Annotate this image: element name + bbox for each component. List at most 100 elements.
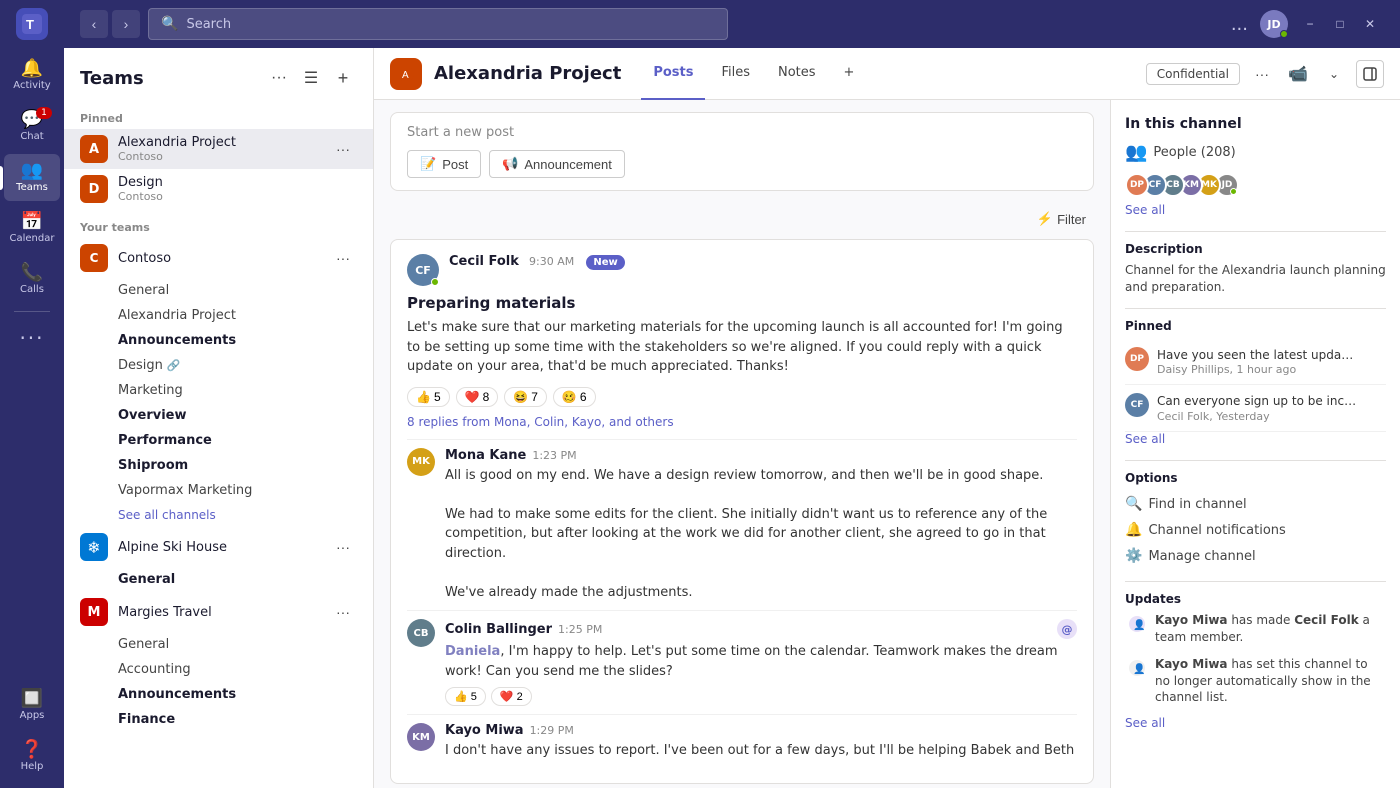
tab-posts[interactable]: Posts [641,48,705,100]
alpine-more-btn[interactable]: ··· [329,533,357,561]
nav-item-help[interactable]: ❓ Help [4,733,60,780]
channel-announcements-margies[interactable]: Announcements [64,682,373,707]
option-find[interactable]: 🔍 Find in channel [1125,491,1386,517]
colin-reactions: 👍 5 ❤️ 2 [445,687,1077,706]
filter-button[interactable]: ⚡ Filter [1029,207,1094,231]
announcement-label: Announcement [524,157,611,172]
channel-finance[interactable]: Finance [64,707,373,732]
announcement-button[interactable]: 📢 Announcement [489,150,625,178]
colin-reaction-heart[interactable]: ❤️ 2 [491,687,532,706]
reaction-laugh[interactable]: 😆 7 [504,387,547,407]
reply-kayo: KM Kayo Miwa 1:29 PM I don't have any is… [407,714,1077,769]
panel-toggle-btn[interactable] [1356,60,1384,88]
options-title: Options [1125,471,1386,485]
nav-item-calendar[interactable]: 📅 Calendar [4,205,60,252]
channel-general-alpine[interactable]: General [64,567,373,592]
expand-down-btn[interactable]: ⌄ [1320,60,1348,88]
option-notifications[interactable]: 🔔 Channel notifications [1125,517,1386,543]
margies-more-btn[interactable]: ··· [329,598,357,626]
option-manage[interactable]: ⚙️ Manage channel [1125,543,1386,569]
channel-shiproom[interactable]: Shiproom [64,453,373,478]
updates-see-all[interactable]: See all [1125,716,1386,730]
top-more-btn[interactable]: ... [1227,10,1252,39]
channel-general-margies[interactable]: General [64,632,373,657]
sidebar-body: Pinned A Alexandria Project Contoso ··· … [64,100,373,788]
forward-button[interactable]: › [112,10,140,38]
post-icon: 📝 [420,156,436,172]
post-button[interactable]: 📝 Post [407,150,481,178]
more-icon: ··· [19,328,44,348]
people-see-all[interactable]: See all [1125,203,1386,217]
tab-add[interactable]: + [832,48,867,100]
msg-author-name: Cecil Folk [449,254,519,269]
tab-notes[interactable]: Notes [766,48,828,100]
confidential-badge[interactable]: Confidential [1146,63,1240,85]
header-more-btn[interactable]: ··· [1248,60,1276,88]
apps-icon: 🔲 [21,690,43,708]
video-call-btn[interactable]: 📹 [1284,60,1312,88]
nav-item-apps[interactable]: 🔲 Apps [4,682,60,729]
nav-label-teams: Teams [16,182,48,193]
update-actor-1: Kayo Miwa [1155,613,1228,627]
update-target-1: Cecil Folk [1294,613,1359,627]
see-all-channels-contoso[interactable]: See all channels [64,503,373,527]
channel-general-contoso[interactable]: General [64,278,373,303]
reaction-other[interactable]: 🥴 6 [553,387,596,407]
reaction-heart[interactable]: ❤️ 8 [456,387,499,407]
minimize-button[interactable]: − [1296,10,1324,38]
replies-link[interactable]: 8 replies from Mona, Colin, Kayo, and ot… [407,415,1077,429]
update-icon-1: 👤 [1125,612,1149,636]
pinned-meta-1: Daisy Phillips, 1 hour ago [1157,363,1386,376]
close-button[interactable]: ✕ [1356,10,1384,38]
add-team-button[interactable]: + [329,64,357,92]
nav-item-more[interactable]: ··· [4,320,60,356]
pinned-team-design[interactable]: D Design Contoso [64,169,373,209]
reaction-thumbsup[interactable]: 👍 5 [407,387,450,407]
channel-design-contoso[interactable]: Design 🔗 [64,353,373,378]
update-item-1: 👤 Kayo Miwa has made Cecil Folk a team m… [1125,612,1386,646]
pinned-msg-1[interactable]: DP Have you seen the latest updates... D… [1125,339,1386,386]
back-button[interactable]: ‹ [80,10,108,38]
contoso-more-btn[interactable]: ··· [329,244,357,272]
tab-files[interactable]: Files [709,48,762,100]
channel-alexandria-project[interactable]: Alexandria Project [64,303,373,328]
pinned-msg-2[interactable]: CF Can everyone sign up to be inclu... C… [1125,385,1386,432]
nav-item-activity[interactable]: 🔔 Activity [4,52,60,99]
channel-vapormax[interactable]: Vapormax Marketing [64,478,373,503]
more-options-button[interactable]: ··· [265,64,293,92]
maximize-button[interactable]: □ [1326,10,1354,38]
channel-performance[interactable]: Performance [64,428,373,453]
colin-reaction-thumbsup[interactable]: 👍 5 [445,687,486,706]
your-teams-label: Your teams [64,209,373,238]
team-sub-design-pinned: Contoso [118,190,357,203]
team-info-margies: Margies Travel [118,605,319,620]
team-alpine[interactable]: ❄ Alpine Ski House ··· [64,527,373,567]
channel-announcements-contoso[interactable]: Announcements [64,328,373,353]
reply-avatar-kayo: KM [407,723,435,751]
filter-teams-button[interactable]: ☰ [297,64,325,92]
new-badge: New [586,255,624,270]
team-contoso[interactable]: C Contoso ··· [64,238,373,278]
channel-marketing[interactable]: Marketing [64,378,373,403]
user-avatar[interactable]: JD [1260,10,1288,38]
team-margies[interactable]: M Margies Travel ··· [64,592,373,632]
pinned-see-all[interactable]: See all [1125,432,1386,446]
team-name-design-pinned: Design [118,175,357,190]
nav-item-calls[interactable]: 📞 Calls [4,256,60,303]
teams-sidebar: Teams ··· ☰ + Pinned A Alexandria Projec… [64,48,374,788]
new-post-placeholder[interactable]: Start a new post [407,125,1077,140]
channel-overview[interactable]: Overview [64,403,373,428]
mention-daniela[interactable]: Daniela [445,644,500,659]
updates-title: Updates [1125,592,1386,606]
pinned-content-1: Have you seen the latest updates... Dais… [1157,347,1386,377]
pinned-team-alexandria[interactable]: A Alexandria Project Contoso ··· [64,129,373,169]
team-more-btn[interactable]: ··· [329,135,357,163]
channel-accounting[interactable]: Accounting [64,657,373,682]
nav-item-teams[interactable]: 👥 Teams [4,154,60,201]
search-bar[interactable]: 🔍 Search [148,8,728,40]
nav-item-chat[interactable]: 💬 Chat 1 [4,103,60,150]
msg-author-info: Cecil Folk 9:30 AM New [449,254,1077,269]
reply-header-kayo: Kayo Miwa 1:29 PM [445,723,1077,738]
teams-logo: T [16,8,48,40]
right-panel: In this channel 👥 People (208) DP CF CB … [1110,100,1400,788]
